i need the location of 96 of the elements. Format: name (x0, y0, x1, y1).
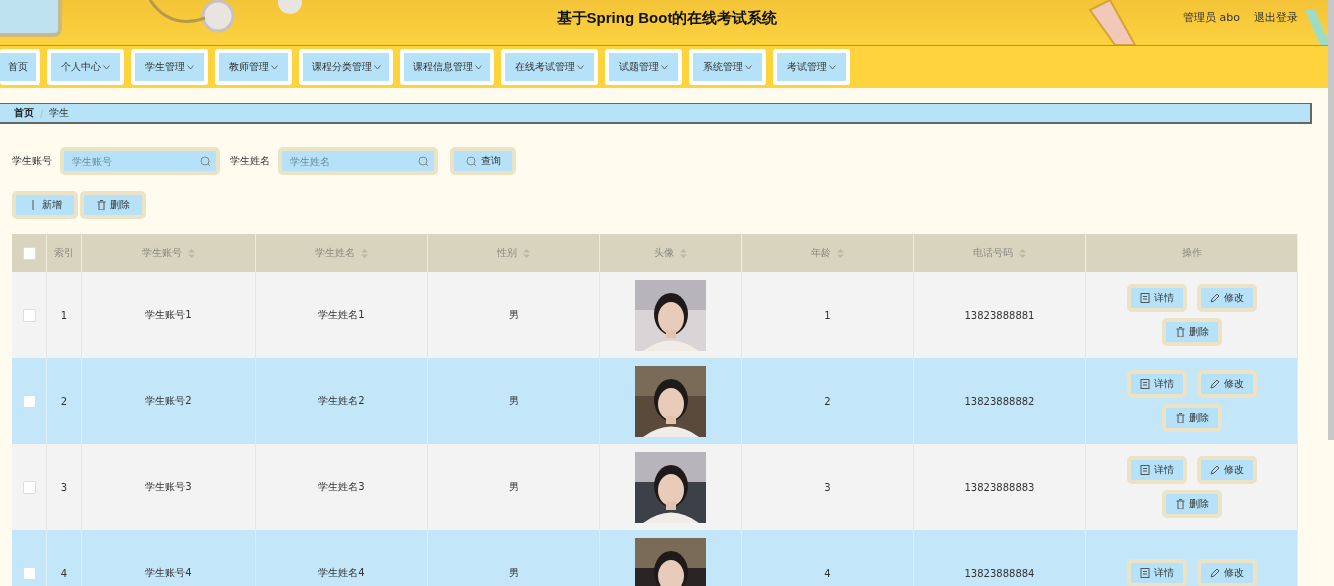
row-index: 1 (60, 309, 68, 321)
caret-icon (187, 64, 194, 70)
delete-button[interactable]: 删除 (1161, 490, 1222, 518)
document-icon (1139, 293, 1150, 303)
breadcrumb-item: 学生 (49, 106, 70, 120)
row-index: 4 (60, 567, 68, 579)
table-cell: 学生账号4 (145, 566, 192, 580)
sort-icon (523, 248, 530, 258)
table-cell: 学生姓名3 (318, 480, 365, 494)
delete-button[interactable]: 删除 (1161, 318, 1222, 346)
nav-tab[interactable]: 课程分类管理 (299, 49, 393, 85)
document-icon (1139, 379, 1150, 389)
nav-tab[interactable]: 试题管理 (605, 49, 682, 85)
table-cell: 13823888882 (964, 395, 1035, 407)
row-index: 3 (60, 481, 68, 493)
scrollbar[interactable] (1328, 0, 1334, 440)
caret-icon (577, 64, 584, 70)
table-cell: 2 (824, 395, 831, 407)
sort-icon (680, 248, 687, 258)
search-icon (200, 156, 211, 167)
nav-tab[interactable]: 课程信息管理 (400, 49, 494, 85)
trash-icon (1174, 327, 1185, 337)
sort-icon (188, 248, 195, 258)
search-field[interactable]: 学生姓名 (278, 147, 438, 175)
search-field[interactable]: 学生账号 (60, 147, 220, 175)
column-header: 操作 (1181, 246, 1202, 260)
table-cell: 学生姓名1 (318, 308, 365, 322)
details-button[interactable]: 详情 (1126, 456, 1187, 484)
table-cell: 男 (508, 480, 519, 494)
caret-icon (745, 64, 752, 70)
caret-icon (661, 64, 668, 70)
row-index: 2 (60, 395, 68, 407)
details-button[interactable]: 详情 (1126, 370, 1187, 398)
table-cell: 4 (824, 567, 831, 579)
row-checkbox[interactable] (22, 480, 36, 494)
table-cell: 学生姓名2 (318, 394, 365, 408)
edit-button[interactable]: 修改 (1196, 370, 1257, 398)
edit-button[interactable]: 修改 (1196, 456, 1257, 484)
table-cell: 男 (508, 566, 519, 580)
document-icon (1139, 568, 1150, 578)
delete-button[interactable]: 删除 (1161, 404, 1222, 432)
edit-button[interactable]: 修改 (1196, 284, 1257, 312)
pencil-icon (1209, 568, 1220, 578)
table-cell: 男 (508, 394, 519, 408)
pencil-icon (1209, 293, 1220, 303)
table-cell: 13823888881 (964, 309, 1035, 321)
app-title: 基于Spring Boot的在线考试系统 (556, 9, 778, 28)
caret-icon (271, 64, 278, 70)
nav-tab[interactable]: 考试管理 (773, 49, 850, 85)
nav-tab[interactable]: 系统管理 (689, 49, 766, 85)
table-cell: 13823888883 (964, 481, 1035, 493)
select-all-checkbox[interactable] (22, 246, 36, 260)
table-cell: 学生账号1 (145, 308, 192, 322)
column-header: 索引 (54, 246, 74, 260)
delete-button[interactable]: 删除 (80, 191, 146, 219)
breadcrumb-separator: / (40, 107, 44, 119)
details-button[interactable]: 详情 (1126, 284, 1187, 312)
nav-tab[interactable]: 学生管理 (131, 49, 208, 85)
nav-tab[interactable]: 首页 (0, 49, 40, 85)
table-cell: 学生账号2 (145, 394, 192, 408)
sort-icon (837, 248, 844, 258)
table-cell: 3 (824, 481, 831, 493)
table-cell: 学生姓名4 (318, 566, 365, 580)
query-button[interactable]: 查询 (450, 147, 516, 175)
nav-tab[interactable]: 在线考试管理 (501, 49, 598, 85)
trash-icon (1174, 499, 1185, 509)
table-cell: 学生账号3 (145, 480, 192, 494)
add-button[interactable]: 新增 (12, 191, 78, 219)
caret-icon (103, 64, 110, 70)
breadcrumb-item[interactable]: 首页 (14, 106, 34, 120)
caret-icon (829, 64, 836, 70)
sort-icon (1019, 248, 1026, 258)
pencil-icon (1209, 379, 1220, 389)
trash-icon (96, 200, 106, 210)
row-checkbox[interactable] (22, 566, 36, 580)
row-checkbox[interactable] (22, 394, 36, 408)
user-label: 管理员 abo (1183, 10, 1240, 25)
search-icon (418, 156, 429, 167)
nav-tab[interactable]: 个人中心 (47, 49, 124, 85)
details-button[interactable]: 详情 (1126, 559, 1187, 586)
trash-icon (1174, 413, 1185, 423)
logout-link[interactable]: 退出登录 (1254, 10, 1298, 25)
field-label: 学生账号 (12, 154, 52, 168)
edit-button[interactable]: 修改 (1196, 559, 1257, 586)
caret-icon (373, 64, 381, 70)
row-checkbox[interactable] (22, 308, 36, 322)
table-cell: 13823888884 (964, 567, 1035, 579)
search-icon (465, 155, 477, 167)
document-icon (1139, 465, 1150, 475)
nav-tab[interactable]: 教师管理 (215, 49, 292, 85)
caret-icon (474, 64, 482, 70)
field-label: 学生姓名 (230, 154, 270, 168)
pencil-icon (1209, 465, 1220, 475)
sort-icon (361, 248, 368, 258)
table-cell: 男 (508, 308, 519, 322)
table-cell: 1 (824, 309, 831, 321)
